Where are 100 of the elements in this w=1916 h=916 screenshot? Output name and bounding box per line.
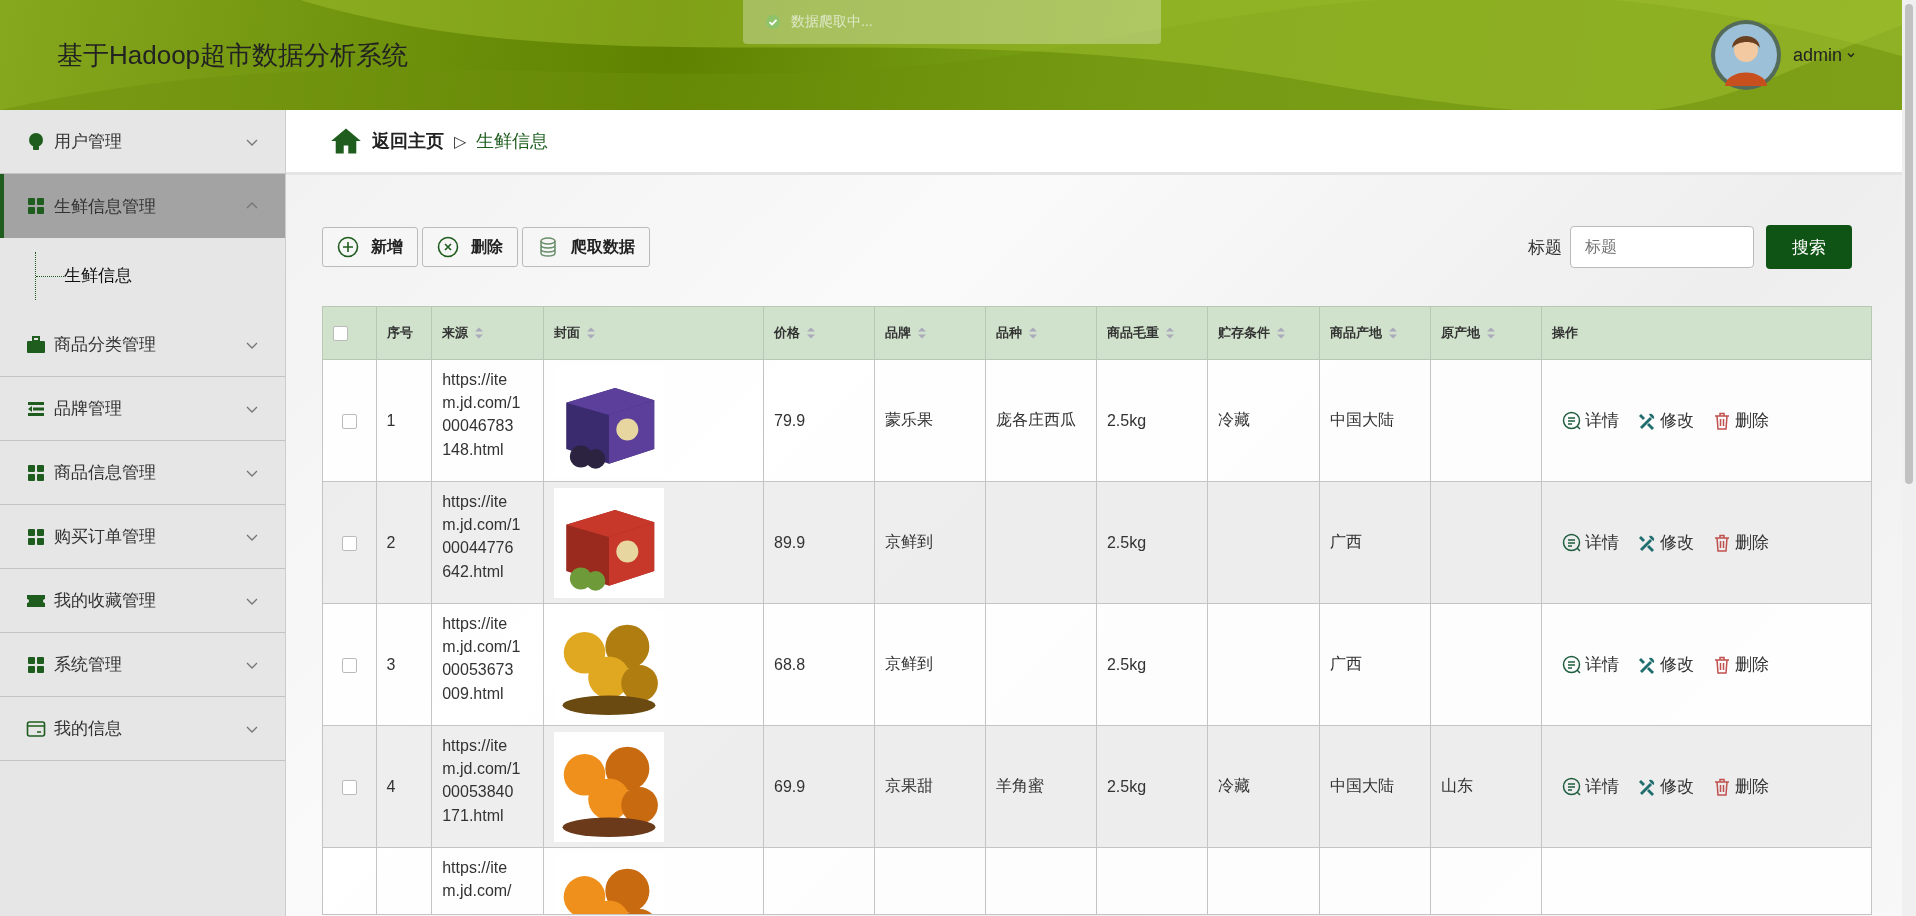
app-title: 基于Hadoop超市数据分析系统 <box>57 38 409 72</box>
search-button[interactable]: 搜索 <box>1766 225 1852 269</box>
caret-icon <box>1846 50 1856 60</box>
check-icon <box>765 14 781 30</box>
scrollbar-thumb[interactable] <box>1905 4 1913 484</box>
details-icon <box>1562 654 1583 675</box>
table-cell: 68.8 <box>774 655 806 673</box>
table-cell: 中国大陆 <box>1329 411 1394 428</box>
table-cell-text: https://item.jd.com/100053673009.html <box>442 614 522 704</box>
sidebar-item[interactable]: 商品分类管理 <box>0 313 285 377</box>
menu-item-icon <box>26 196 46 216</box>
home-icon[interactable] <box>330 127 362 155</box>
table-cell: 2 <box>386 533 396 551</box>
table-cell-text: https://item.jd.com/ <box>442 858 513 902</box>
delete-link[interactable]: 删除 <box>1712 653 1770 676</box>
row-checkbox[interactable] <box>341 657 357 673</box>
table-cell-text: https://item.jd.com/100053840171.html <box>442 736 522 826</box>
select-all-checkbox[interactable] <box>333 326 348 342</box>
scrollbar[interactable] <box>1902 0 1916 916</box>
plus-icon <box>337 236 359 258</box>
column-header[interactable]: 来源 <box>431 306 543 360</box>
breadcrumb-current: 生鲜信息 <box>476 130 549 153</box>
details-link[interactable]: 详情 <box>1562 653 1620 676</box>
menu-item-icon <box>26 131 46 152</box>
table-cell: 蒙乐果 <box>885 411 934 428</box>
table-cell-text: https://item.jd.com/100046783148.html <box>442 370 522 460</box>
row-checkbox[interactable] <box>341 779 357 795</box>
table-cell-text: https://item.jd.com/100044776642.html <box>442 492 522 582</box>
table-cell: 1 <box>386 411 396 429</box>
table-cell: 89.9 <box>774 533 806 551</box>
toast-text: 数据爬取中... <box>791 13 873 31</box>
sidebar-item[interactable]: 生鲜信息管理 <box>0 174 285 238</box>
delete-link[interactable]: 删除 <box>1712 775 1770 798</box>
table-cell: 庞各庄西瓜 <box>995 411 1076 428</box>
menu-item-icon <box>26 718 46 739</box>
table-cell: 冷藏 <box>1218 411 1251 428</box>
search-label: 标题 <box>1528 236 1562 259</box>
delete-link[interactable]: 删除 <box>1712 531 1770 554</box>
sort-icon[interactable] <box>917 326 928 340</box>
details-link[interactable]: 详情 <box>1562 531 1620 554</box>
home-link[interactable]: 返回主页 <box>372 129 444 153</box>
sort-icon[interactable] <box>474 326 485 340</box>
row-checkbox[interactable] <box>341 413 357 429</box>
column-header[interactable]: 操作 <box>1541 306 1872 360</box>
table-cell: 4 <box>386 777 396 795</box>
sort-icon[interactable] <box>1164 326 1175 340</box>
table-cell: 京鲜到 <box>885 533 934 550</box>
table-cell: 冷藏 <box>1218 777 1251 794</box>
row-checkbox[interactable] <box>341 535 357 551</box>
column-header[interactable]: 原产地 <box>1430 306 1542 360</box>
sort-icon[interactable] <box>1027 326 1038 340</box>
sidebar-item[interactable]: 购买订单管理 <box>0 505 285 569</box>
column-header[interactable]: 品种 <box>985 306 1097 360</box>
edit-link[interactable]: 修改 <box>1637 531 1695 554</box>
table-cell: 2.5kg <box>1106 655 1147 673</box>
column-header[interactable]: 商品毛重 <box>1096 306 1208 360</box>
column-header[interactable]: 贮存条件 <box>1207 306 1319 360</box>
database-icon <box>537 236 559 258</box>
sidebar-item[interactable]: 品牌管理 <box>0 377 285 441</box>
avatar-icon[interactable] <box>1710 20 1781 90</box>
sidebar-item[interactable]: 我的收藏管理 <box>0 569 285 633</box>
sidebar-item[interactable]: 我的信息 <box>0 697 285 761</box>
details-link[interactable]: 详情 <box>1562 775 1620 798</box>
column-header[interactable]: 价格 <box>763 306 875 360</box>
table-cell: 2.5kg <box>1106 411 1147 429</box>
sort-icon[interactable] <box>806 326 817 340</box>
table-cell: 2.5kg <box>1106 533 1147 551</box>
user-menu[interactable]: admin <box>1792 44 1856 66</box>
sort-icon[interactable] <box>1387 326 1398 340</box>
sidebar-item[interactable]: 商品信息管理 <box>0 441 285 505</box>
search-field[interactable]: 标题 <box>1570 226 1754 268</box>
table-cell: 79.9 <box>774 411 806 429</box>
menu-item-icon <box>26 654 46 675</box>
edit-link[interactable]: 修改 <box>1637 409 1695 432</box>
table-cell: 京鲜到 <box>885 655 934 672</box>
menu-item-icon <box>26 334 46 355</box>
table-cell: 广西 <box>1329 655 1362 672</box>
table-cell: 山东 <box>1440 777 1473 794</box>
sort-icon[interactable] <box>1276 326 1287 340</box>
column-header[interactable]: 封面 <box>543 306 764 360</box>
column-header[interactable]: 商品产地 <box>1319 306 1431 360</box>
table-cell: 3 <box>386 655 396 673</box>
table-cell: 京果甜 <box>885 777 934 794</box>
sort-icon[interactable] <box>1485 326 1496 340</box>
column-header[interactable]: 品牌 <box>874 306 986 360</box>
table-cell: 广西 <box>1329 533 1362 550</box>
delete-link[interactable]: 删除 <box>1712 409 1770 432</box>
edit-link[interactable]: 修改 <box>1637 775 1695 798</box>
edit-link[interactable]: 修改 <box>1637 653 1695 676</box>
crawl-button[interactable]: 爬取数据 <box>522 227 650 267</box>
sidebar-item[interactable]: 系统管理 <box>0 633 285 697</box>
details-icon <box>1562 410 1583 431</box>
submenu-item[interactable]: 生鲜信息 <box>64 264 132 287</box>
column-header[interactable]: 序号 <box>376 306 432 360</box>
details-icon <box>1562 776 1583 797</box>
details-link[interactable]: 详情 <box>1562 409 1620 432</box>
tree-line <box>35 251 64 300</box>
delete-button[interactable]: 删除 <box>422 227 518 267</box>
add-button[interactable]: 新增 <box>322 227 418 267</box>
sort-icon[interactable] <box>585 326 596 340</box>
